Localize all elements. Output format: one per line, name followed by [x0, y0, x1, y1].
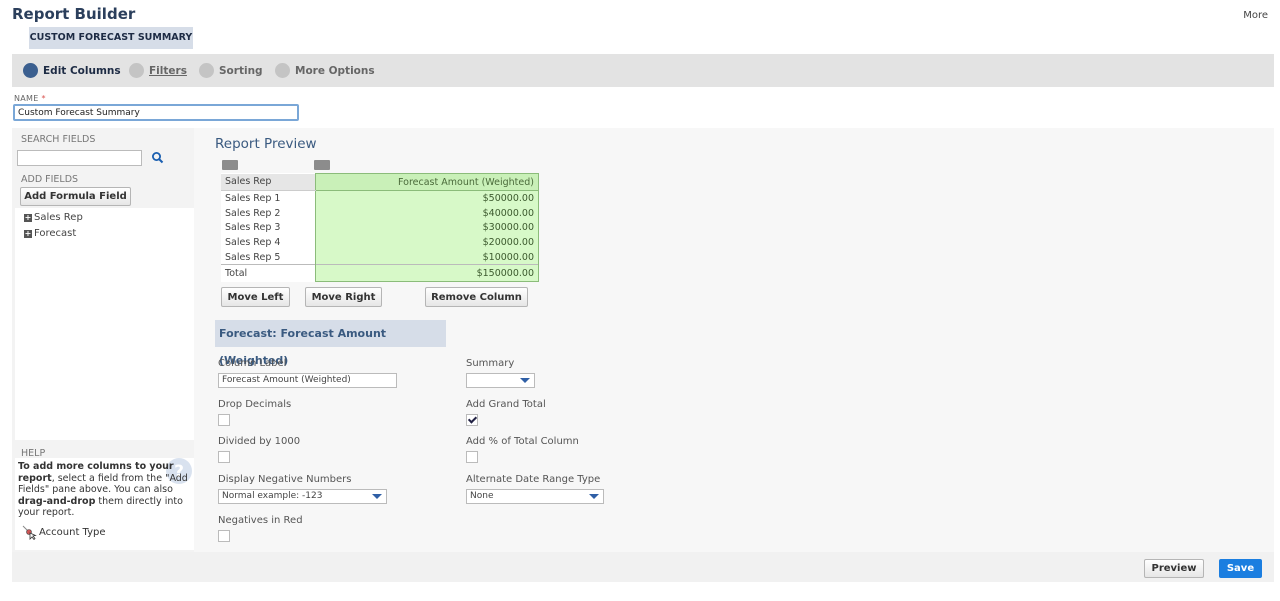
preview-title: Report Preview	[215, 136, 317, 152]
table-cell: $40000.00	[315, 205, 539, 221]
table-cell: Sales Rep 3	[225, 222, 281, 234]
table-cell: $150000.00	[315, 264, 539, 283]
table-row: Sales Rep 5 $10000.00	[221, 249, 539, 265]
column-header-sales-rep[interactable]: Sales Rep	[221, 173, 316, 191]
table-cell: $50000.00	[315, 190, 539, 206]
required-mark: *	[41, 94, 46, 103]
table-total-row: Total $150000.00	[221, 264, 539, 283]
divided-by-1000-checkbox[interactable]	[218, 451, 230, 463]
step-label: Edit Columns	[43, 64, 121, 77]
column-settings-header: Forecast: Forecast Amount (Weighted)	[215, 320, 446, 367]
select-value: Normal example: -123	[222, 491, 323, 501]
table-cell: Total	[221, 264, 316, 282]
save-button[interactable]: Save	[1219, 559, 1262, 578]
chevron-down-icon	[589, 494, 599, 499]
step-sorting[interactable]: Sorting	[199, 63, 263, 78]
table-cell: $20000.00	[315, 235, 539, 250]
expand-icon[interactable]: +	[24, 213, 32, 222]
negatives-in-red-label: Negatives in Red	[218, 515, 303, 526]
drop-decimals-label: Drop Decimals	[218, 399, 292, 410]
summary-label: Summary	[466, 358, 515, 369]
negatives-in-red-checkbox[interactable]	[218, 530, 230, 542]
report-name-input[interactable]	[13, 104, 299, 121]
drag-cursor-icon	[22, 525, 37, 540]
search-fields-label: SEARCH FIELDS	[21, 134, 96, 145]
app-title: Report Builder	[12, 5, 136, 23]
name-label-text: NAME	[14, 94, 39, 103]
step-label: Sorting	[219, 64, 263, 77]
help-drag-hint: Account Type	[21, 524, 106, 540]
add-grand-total-checkbox[interactable]	[466, 414, 478, 426]
table-cell: Sales Rep 1	[225, 192, 281, 204]
add-formula-field-button[interactable]: Add Formula Field	[20, 187, 131, 206]
add-pct-total-label: Add % of Total Column	[466, 436, 579, 447]
table-row: Sales Rep 3 $30000.00	[221, 220, 539, 236]
column-header-forecast-amount[interactable]: Forecast Amount (Weighted)	[315, 173, 539, 191]
add-fields-label: ADD FIELDS	[21, 174, 79, 185]
table-row: Sales Rep 1 $50000.00	[221, 190, 539, 206]
search-icon[interactable]	[150, 150, 166, 166]
chevron-down-icon	[520, 378, 530, 383]
table-row: Sales Rep 4 $20000.00	[221, 235, 539, 250]
table-cell: Sales Rep 2	[225, 207, 281, 219]
table-header-row: Sales Rep Forecast Amount (Weighted)	[221, 173, 539, 191]
tree-item-label: Sales Rep	[34, 212, 83, 223]
step-edit-columns[interactable]: Edit Columns	[23, 63, 121, 78]
more-link[interactable]: More	[1243, 10, 1268, 21]
table-cell: Sales Rep 5	[225, 251, 281, 263]
divided-by-1000-label: Divided by 1000	[218, 436, 301, 447]
select-value: None	[470, 491, 494, 501]
step-filters[interactable]: Filters	[129, 63, 187, 78]
alt-date-range-select[interactable]: None	[466, 489, 604, 504]
step-indicator-icon	[199, 63, 214, 78]
remove-column-button[interactable]: Remove Column	[425, 287, 528, 307]
add-grand-total-label: Add Grand Total	[466, 399, 546, 410]
move-left-button[interactable]: Move Left	[221, 287, 290, 307]
step-label: Filters	[149, 64, 187, 77]
table-row: Sales Rep 2 $40000.00	[221, 205, 539, 221]
summary-select[interactable]	[466, 373, 535, 388]
column-label-label: Column Label	[218, 358, 287, 369]
report-tab[interactable]: CUSTOM FORECAST SUMMARY	[29, 27, 193, 49]
step-indicator-icon	[129, 63, 144, 78]
display-negative-select[interactable]: Normal example: -123	[218, 489, 387, 504]
help-text: To add more columns to your report, sele…	[18, 461, 190, 519]
chevron-down-icon	[372, 494, 382, 499]
table-cell: $30000.00	[315, 220, 539, 236]
report-preview-table: Sales Rep Forecast Amount (Weighted) Sal…	[221, 173, 539, 283]
tree-item-forecast[interactable]: + Forecast	[24, 228, 76, 239]
footer-bar	[12, 552, 1274, 582]
field-tree-area	[15, 208, 194, 440]
table-cell: $10000.00	[315, 249, 539, 265]
move-right-button[interactable]: Move Right	[305, 287, 382, 307]
step-more-options[interactable]: More Options	[275, 63, 375, 78]
step-bar: Edit Columns Filters Sorting More Option…	[12, 54, 1274, 87]
column-drag-handle-icon[interactable]	[314, 160, 330, 170]
step-indicator-icon	[275, 63, 290, 78]
add-pct-total-checkbox[interactable]	[466, 451, 478, 463]
expand-icon[interactable]: +	[24, 229, 32, 238]
name-label: NAME *	[14, 94, 46, 103]
help-hint-label: Account Type	[39, 526, 106, 538]
column-label-input[interactable]: Forecast Amount (Weighted)	[218, 373, 397, 388]
table-cell: Sales Rep 4	[225, 236, 281, 248]
display-negative-label: Display Negative Numbers	[218, 474, 352, 485]
drop-decimals-checkbox[interactable]	[218, 414, 230, 426]
search-fields-input[interactable]	[17, 150, 142, 166]
step-label: More Options	[295, 64, 375, 77]
help-label: HELP	[21, 448, 46, 459]
alt-date-range-label: Alternate Date Range Type	[466, 474, 601, 485]
column-drag-handle-icon[interactable]	[222, 160, 238, 170]
preview-button[interactable]: Preview	[1144, 559, 1204, 578]
help-text-bold: drag-and-drop	[18, 495, 96, 507]
step-indicator-icon	[23, 63, 38, 78]
tree-item-sales-rep[interactable]: + Sales Rep	[24, 212, 83, 223]
tree-item-label: Forecast	[34, 228, 77, 239]
